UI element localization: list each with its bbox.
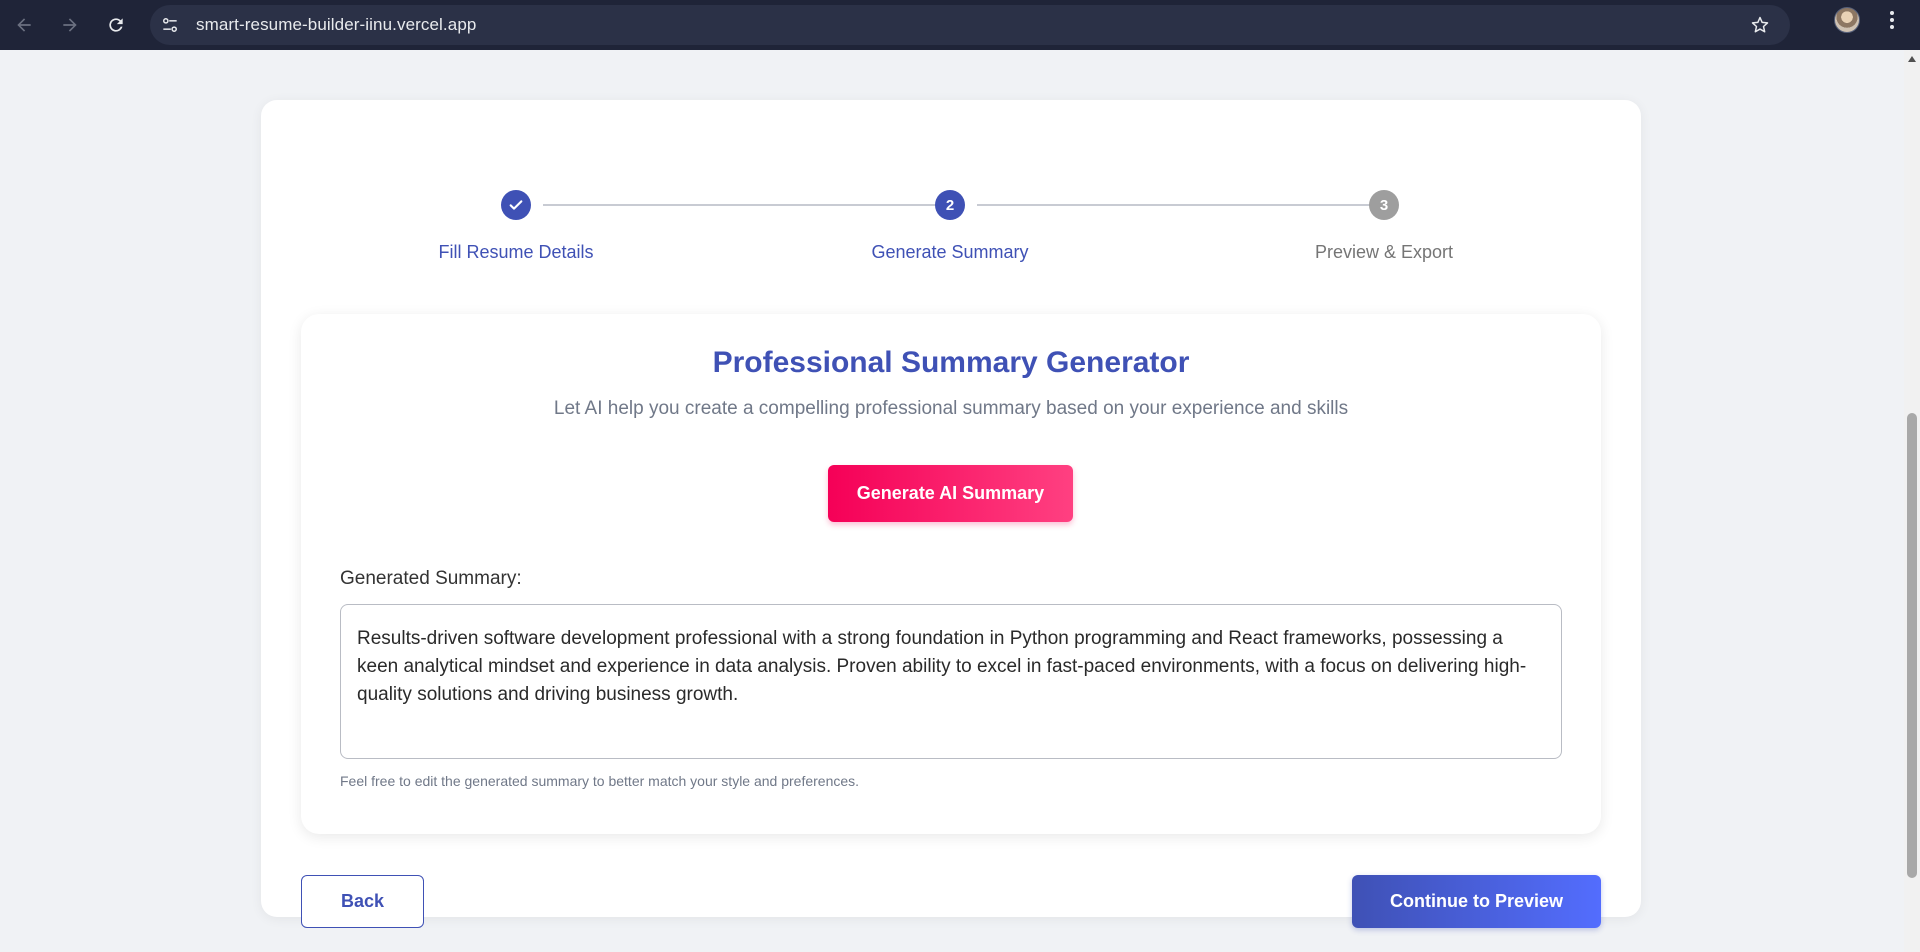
back-nav-button[interactable] <box>2 5 46 45</box>
step-3-indicator: 3 <box>1369 190 1399 220</box>
step-connector <box>543 204 945 206</box>
star-icon <box>1751 16 1769 33</box>
url-text: smart-resume-builder-iinu.vercel.app <box>196 15 477 34</box>
scroll-up-arrow[interactable] <box>1908 56 1916 62</box>
step-2-label: Generate Summary <box>871 242 1029 262</box>
reload-button[interactable] <box>94 5 138 45</box>
step-3-label: Preview & Export <box>1314 242 1454 262</box>
arrow-right-icon <box>63 18 77 32</box>
browser-menu-button[interactable] <box>1880 8 1904 32</box>
summary-helper-text: Feel free to edit the generated summary … <box>340 773 860 789</box>
forward-nav-button[interactable] <box>48 5 92 45</box>
site-info-button[interactable] <box>154 9 186 41</box>
tune-icon <box>163 18 177 32</box>
back-button[interactable]: Back <box>301 875 424 928</box>
step-1-label: Fill Resume Details <box>438 242 594 262</box>
arrow-left-icon <box>17 18 31 32</box>
continue-to-preview-button[interactable]: Continue to Preview <box>1352 875 1601 928</box>
resume-wizard-card: 2 3 Fill Resume Details Generate Summary… <box>261 100 1641 928</box>
scrollbar-thumb[interactable] <box>1907 413 1917 878</box>
browser-toolbar: smart-resume-builder-iinu.vercel.app <box>0 0 1920 50</box>
step-1-indicator <box>501 190 531 220</box>
kebab-icon <box>1890 11 1894 29</box>
reload-icon <box>109 18 123 32</box>
profile-avatar[interactable] <box>1834 7 1860 33</box>
progress-stepper: 2 3 Fill Resume Details Generate Summary… <box>261 100 1641 262</box>
step-2-indicator: 2 <box>935 190 965 220</box>
page-viewport: 2 3 Fill Resume Details Generate Summary… <box>0 50 1904 952</box>
page-scrollbar[interactable] <box>1904 50 1920 952</box>
address-bar[interactable]: smart-resume-builder-iinu.vercel.app <box>150 5 1790 45</box>
panel-title: Professional Summary Generator <box>712 346 1190 379</box>
panel-subtitle: Let AI help you create a compelling prof… <box>553 398 1349 419</box>
bookmark-star-button[interactable] <box>1750 15 1770 40</box>
summary-textarea[interactable]: Results-driven software development prof… <box>340 604 1562 759</box>
check-icon <box>509 200 523 210</box>
step-connector <box>977 204 1379 206</box>
generated-summary-label: Generated Summary: <box>340 568 522 589</box>
generate-ai-summary-button[interactable]: Generate AI Summary <box>828 465 1073 522</box>
